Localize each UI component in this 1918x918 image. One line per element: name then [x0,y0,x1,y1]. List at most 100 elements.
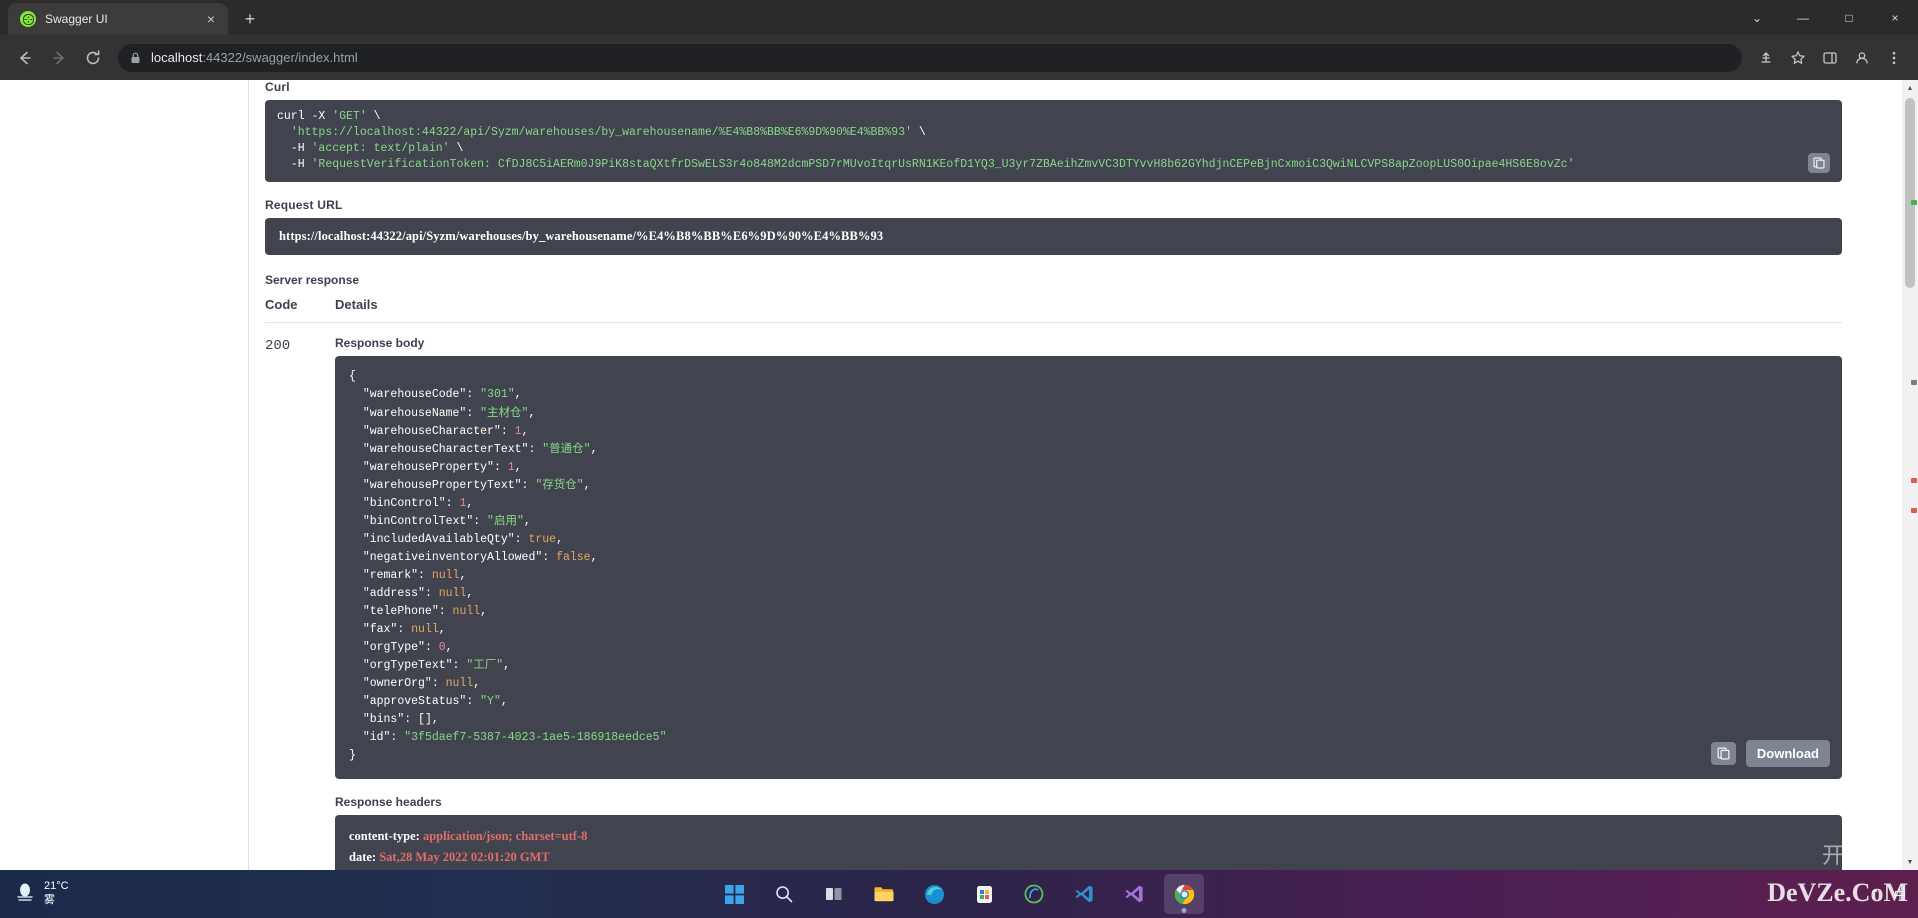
server-response-label: Server response [265,273,360,288]
weather-fog-icon [14,881,36,907]
microsoft-store[interactable] [964,874,1004,914]
sidebar-icon[interactable] [1816,44,1844,72]
visual-studio[interactable] [1114,874,1154,914]
response-headers-block: content-type: application/json; charset=… [335,815,1842,870]
json-line: "approveStatus": "Y", [362,695,508,709]
json-line: "address": null, [362,587,474,600]
browser-tab-swagger-ui[interactable]: Swagger UI × [8,3,228,35]
json-line: "telePhone": null, [362,605,488,619]
file-explorer[interactable] [864,874,904,914]
swagger-logo-icon [20,11,36,27]
lock-icon [130,52,141,64]
close-icon[interactable]: × [202,10,220,28]
scrollbar-thumb[interactable] [1905,98,1915,288]
back-icon[interactable] [10,43,40,73]
response-header-row: date: Sat,28 May 2022 02:01:20 GMT [349,849,550,864]
json-line: "warehouseCode": "301", [362,388,522,402]
minimize-button[interactable]: — [1780,0,1826,35]
response-header-row: content-type: application/json; charset=… [349,829,588,844]
column-header-details: Details [335,297,378,313]
taskbar-apps [714,874,1204,914]
search-button[interactable] [764,874,804,914]
profile-icon[interactable] [1848,44,1876,72]
curl-command-block[interactable]: curl -X 'GET' \ 'https://localhost:44322… [265,100,1842,183]
json-line: "includedAvailableQty": true, [362,532,563,546]
copy-icon[interactable] [1710,742,1736,766]
curl-line-4: -H 'RequestVerificationToken: CfDJ8C5iAE… [277,157,1575,171]
json-line: "ownerOrg": null, [362,677,481,691]
edge-browser[interactable] [914,874,954,914]
reload-icon[interactable] [78,43,108,73]
weather-desc: 雾 [44,894,55,906]
watermark-chars: 开发者 [1821,843,1906,868]
star-icon[interactable] [1784,44,1812,72]
json-line: "warehouseCharacterText": "普通仓", [362,442,598,456]
windows-taskbar: 21°C 雾 ⌃ 中 开发者 DeVZe.CoM [0,843,1918,918]
url-host: localhost [151,50,203,65]
column-header-code: Code [265,297,298,313]
tab-title: Swagger UI [45,12,108,26]
weather-temp: 21°C [44,880,69,893]
watermark-brand: DeVZe.CoM [1767,878,1908,907]
json-line: "binControlText": "启用", [362,514,531,528]
browser-toolbar: localhost:44322/swagger/index.html [0,35,1918,80]
chrome-browser[interactable] [1164,874,1204,914]
response-code: 200 [265,338,291,355]
window-controls: ⌄ — □ × [1734,0,1918,35]
response-body-actions: Download [1710,740,1830,768]
tab-strip: Swagger UI × + ⌄ — □ × [0,0,1918,35]
response-details-cell: Response body { "warehouseCode": "301", … [335,323,1842,870]
address-bar[interactable]: localhost:44322/swagger/index.html [118,43,1742,72]
curl-line-1: curl -X 'GET' \ [277,110,381,123]
browser-window: Swagger UI × + ⌄ — □ × localhost:44322/s… [0,0,1918,918]
json-line: { [349,370,356,384]
copy-icon[interactable] [1808,153,1830,174]
json-line: "fax": null, [362,623,446,637]
request-url-value: https://localhost:44322/api/Syzm/warehou… [265,218,1842,256]
task-view-button[interactable] [814,874,854,914]
teams[interactable] [1014,874,1054,914]
response-body-json[interactable]: { "warehouseCode": "301", "warehouseName… [335,356,1842,780]
page-viewport: Curl curl -X 'GET' \ 'https://localhost:… [0,80,1918,870]
operation-block-body: Curl curl -X 'GET' \ 'https://localhost:… [0,80,1918,870]
server-response-table: Code Details 200 Response body {"wareho… [265,297,1842,870]
vs-code[interactable] [1064,874,1104,914]
table-header-row: Code Details [265,297,1842,323]
maximize-button[interactable]: □ [1826,0,1872,35]
curl-line-3: -H 'accept: text/plain' \ [277,141,464,155]
forward-icon[interactable] [44,43,74,73]
try-it-out-result: Curl curl -X 'GET' \ 'https://localhost:… [248,80,1842,870]
json-line: "warehousePropertyText": "存货仓", [362,478,591,492]
download-button[interactable]: Download [1745,740,1830,768]
response-headers-label: Response headers [335,795,442,810]
curl-label: Curl [265,80,290,94]
url-path: :44322/swagger/index.html [202,50,358,65]
share-icon[interactable] [1752,44,1780,72]
json-line: "remark": null, [362,568,467,582]
weather-widget[interactable]: 21°C 雾 [14,880,69,908]
json-line: "bins": [], [362,713,439,727]
start-button[interactable] [714,874,754,914]
json-line: "warehouseProperty": 1, [362,460,522,474]
response-body-label: Response body [335,336,425,351]
menu-icon[interactable] [1880,44,1908,72]
tab-search-button[interactable]: ⌄ [1734,0,1780,35]
response-code-cell: 200 [265,323,335,870]
table-row: 200 Response body { "warehouseCode": "30… [265,322,1842,870]
weather-text: 21°C 雾 [44,880,69,908]
json-line: } [349,749,356,763]
json-line: "orgType": 0, [362,641,453,655]
address-bar-url: localhost:44322/swagger/index.html [151,50,358,65]
scroll-marker [1911,508,1917,513]
window-close-button[interactable]: × [1872,0,1918,35]
swagger-page: Curl curl -X 'GET' \ 'https://localhost:… [0,80,1918,870]
scroll-marker [1911,380,1917,385]
request-url-label: Request URL [265,198,343,213]
new-tab-button[interactable]: + [236,5,264,33]
json-line: "negativeinventoryAllowed": false, [362,550,598,564]
json-line: "warehouseCharacter": 1, [362,424,529,438]
json-line: "warehouseName": "主材仓", [362,406,536,420]
json-line: "binControl": 1, [362,496,474,510]
scroll-up-icon[interactable]: ▲ [1902,80,1918,96]
page-scrollbar[interactable]: ▲ ▼ [1902,80,1918,870]
